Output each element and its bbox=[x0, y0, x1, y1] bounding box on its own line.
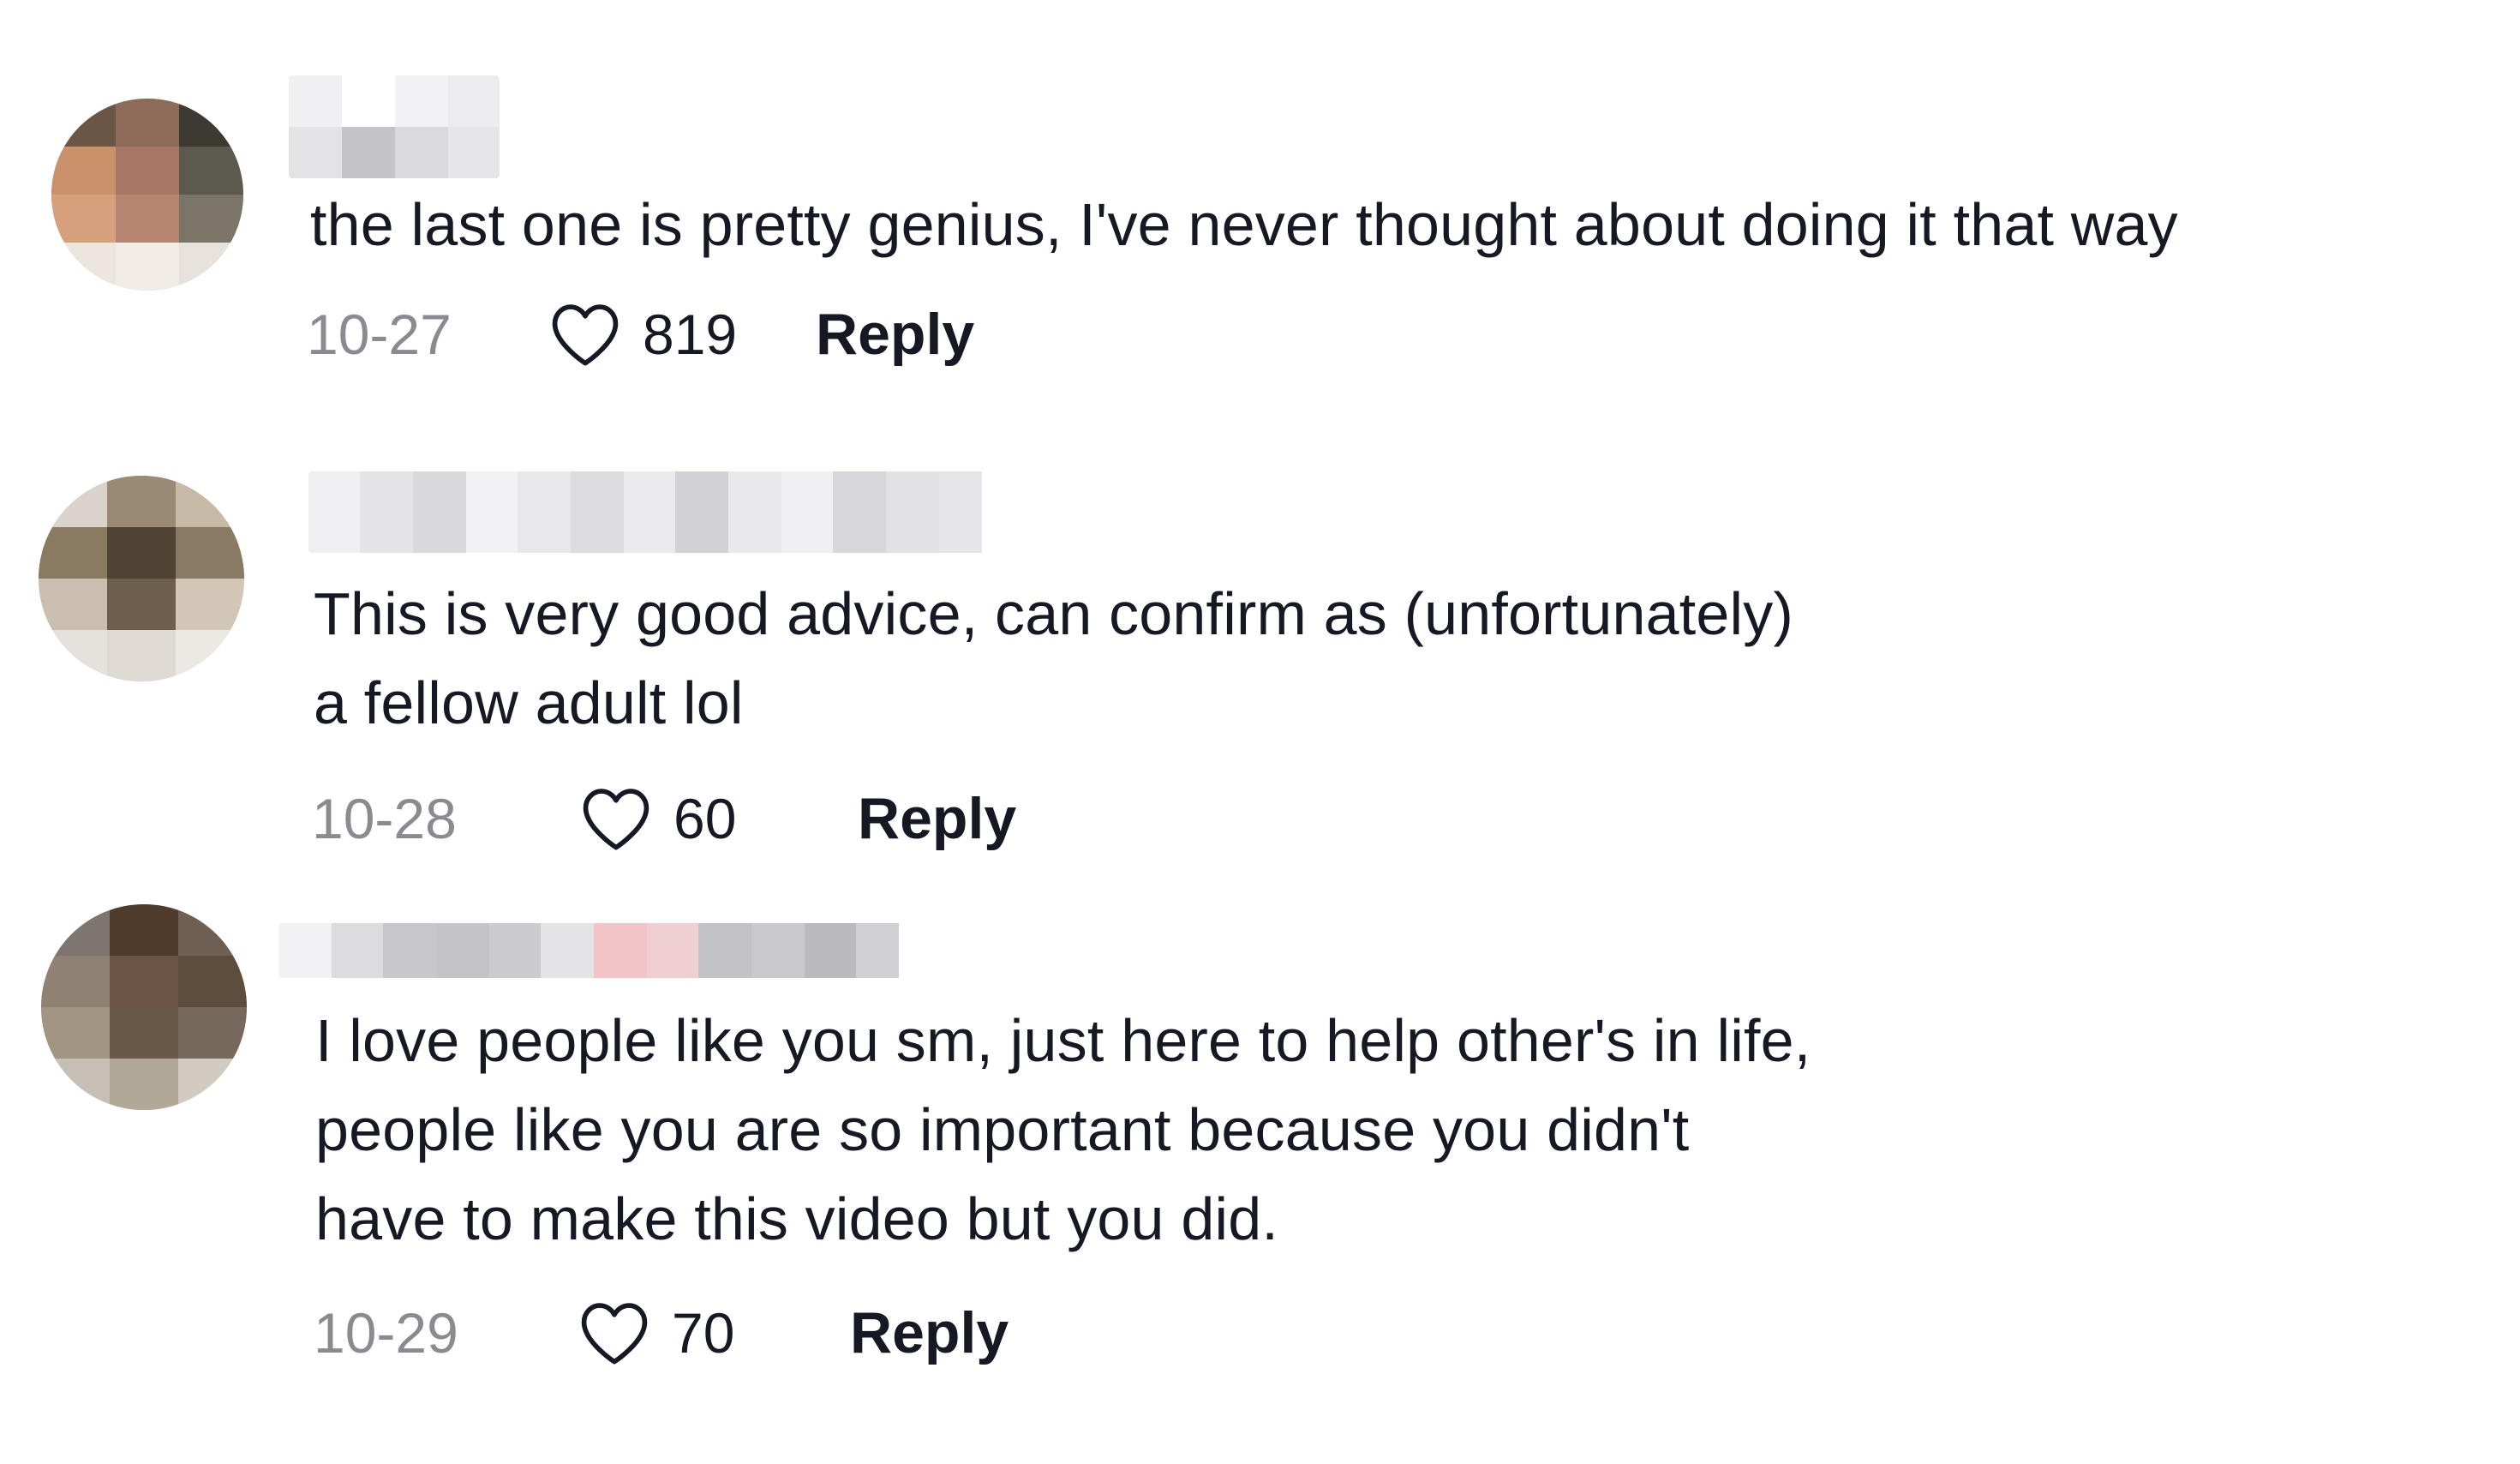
avatar[interactable] bbox=[41, 904, 247, 1110]
like-count: 819 bbox=[643, 303, 738, 366]
heart-outline-icon[interactable] bbox=[578, 1299, 651, 1366]
heart-outline-icon[interactable] bbox=[548, 301, 622, 368]
comment-actions: 10-29 70 Reply bbox=[314, 1294, 1009, 1371]
like-button[interactable]: 70 bbox=[578, 1299, 850, 1366]
comment-date: 10-28 bbox=[312, 787, 457, 850]
comment-text: This is very good advice, can confirm as… bbox=[314, 580, 1793, 736]
comment-text: the last one is pretty genius, I've neve… bbox=[310, 191, 2178, 258]
username-redacted[interactable] bbox=[278, 923, 949, 978]
reply-button[interactable]: Reply bbox=[816, 301, 974, 368]
like-count: 60 bbox=[673, 787, 737, 850]
comment-actions: 10-27 819 Reply bbox=[307, 296, 974, 373]
comment-date: 10-27 bbox=[307, 303, 452, 366]
like-count: 70 bbox=[672, 1301, 735, 1365]
reply-button[interactable]: Reply bbox=[858, 785, 1016, 852]
comment-text: I love people like you sm, just here to … bbox=[315, 1007, 1811, 1252]
username-redacted[interactable] bbox=[308, 471, 1016, 553]
username-redacted[interactable] bbox=[289, 75, 500, 178]
avatar[interactable] bbox=[39, 476, 244, 681]
like-button[interactable]: 819 bbox=[548, 301, 823, 368]
avatar[interactable] bbox=[51, 99, 243, 291]
comment-date: 10-29 bbox=[314, 1301, 458, 1365]
reply-button[interactable]: Reply bbox=[850, 1299, 1009, 1366]
like-button[interactable]: 60 bbox=[579, 785, 858, 852]
comment-actions: 10-28 60 Reply bbox=[312, 780, 1016, 857]
heart-outline-icon[interactable] bbox=[579, 785, 653, 852]
